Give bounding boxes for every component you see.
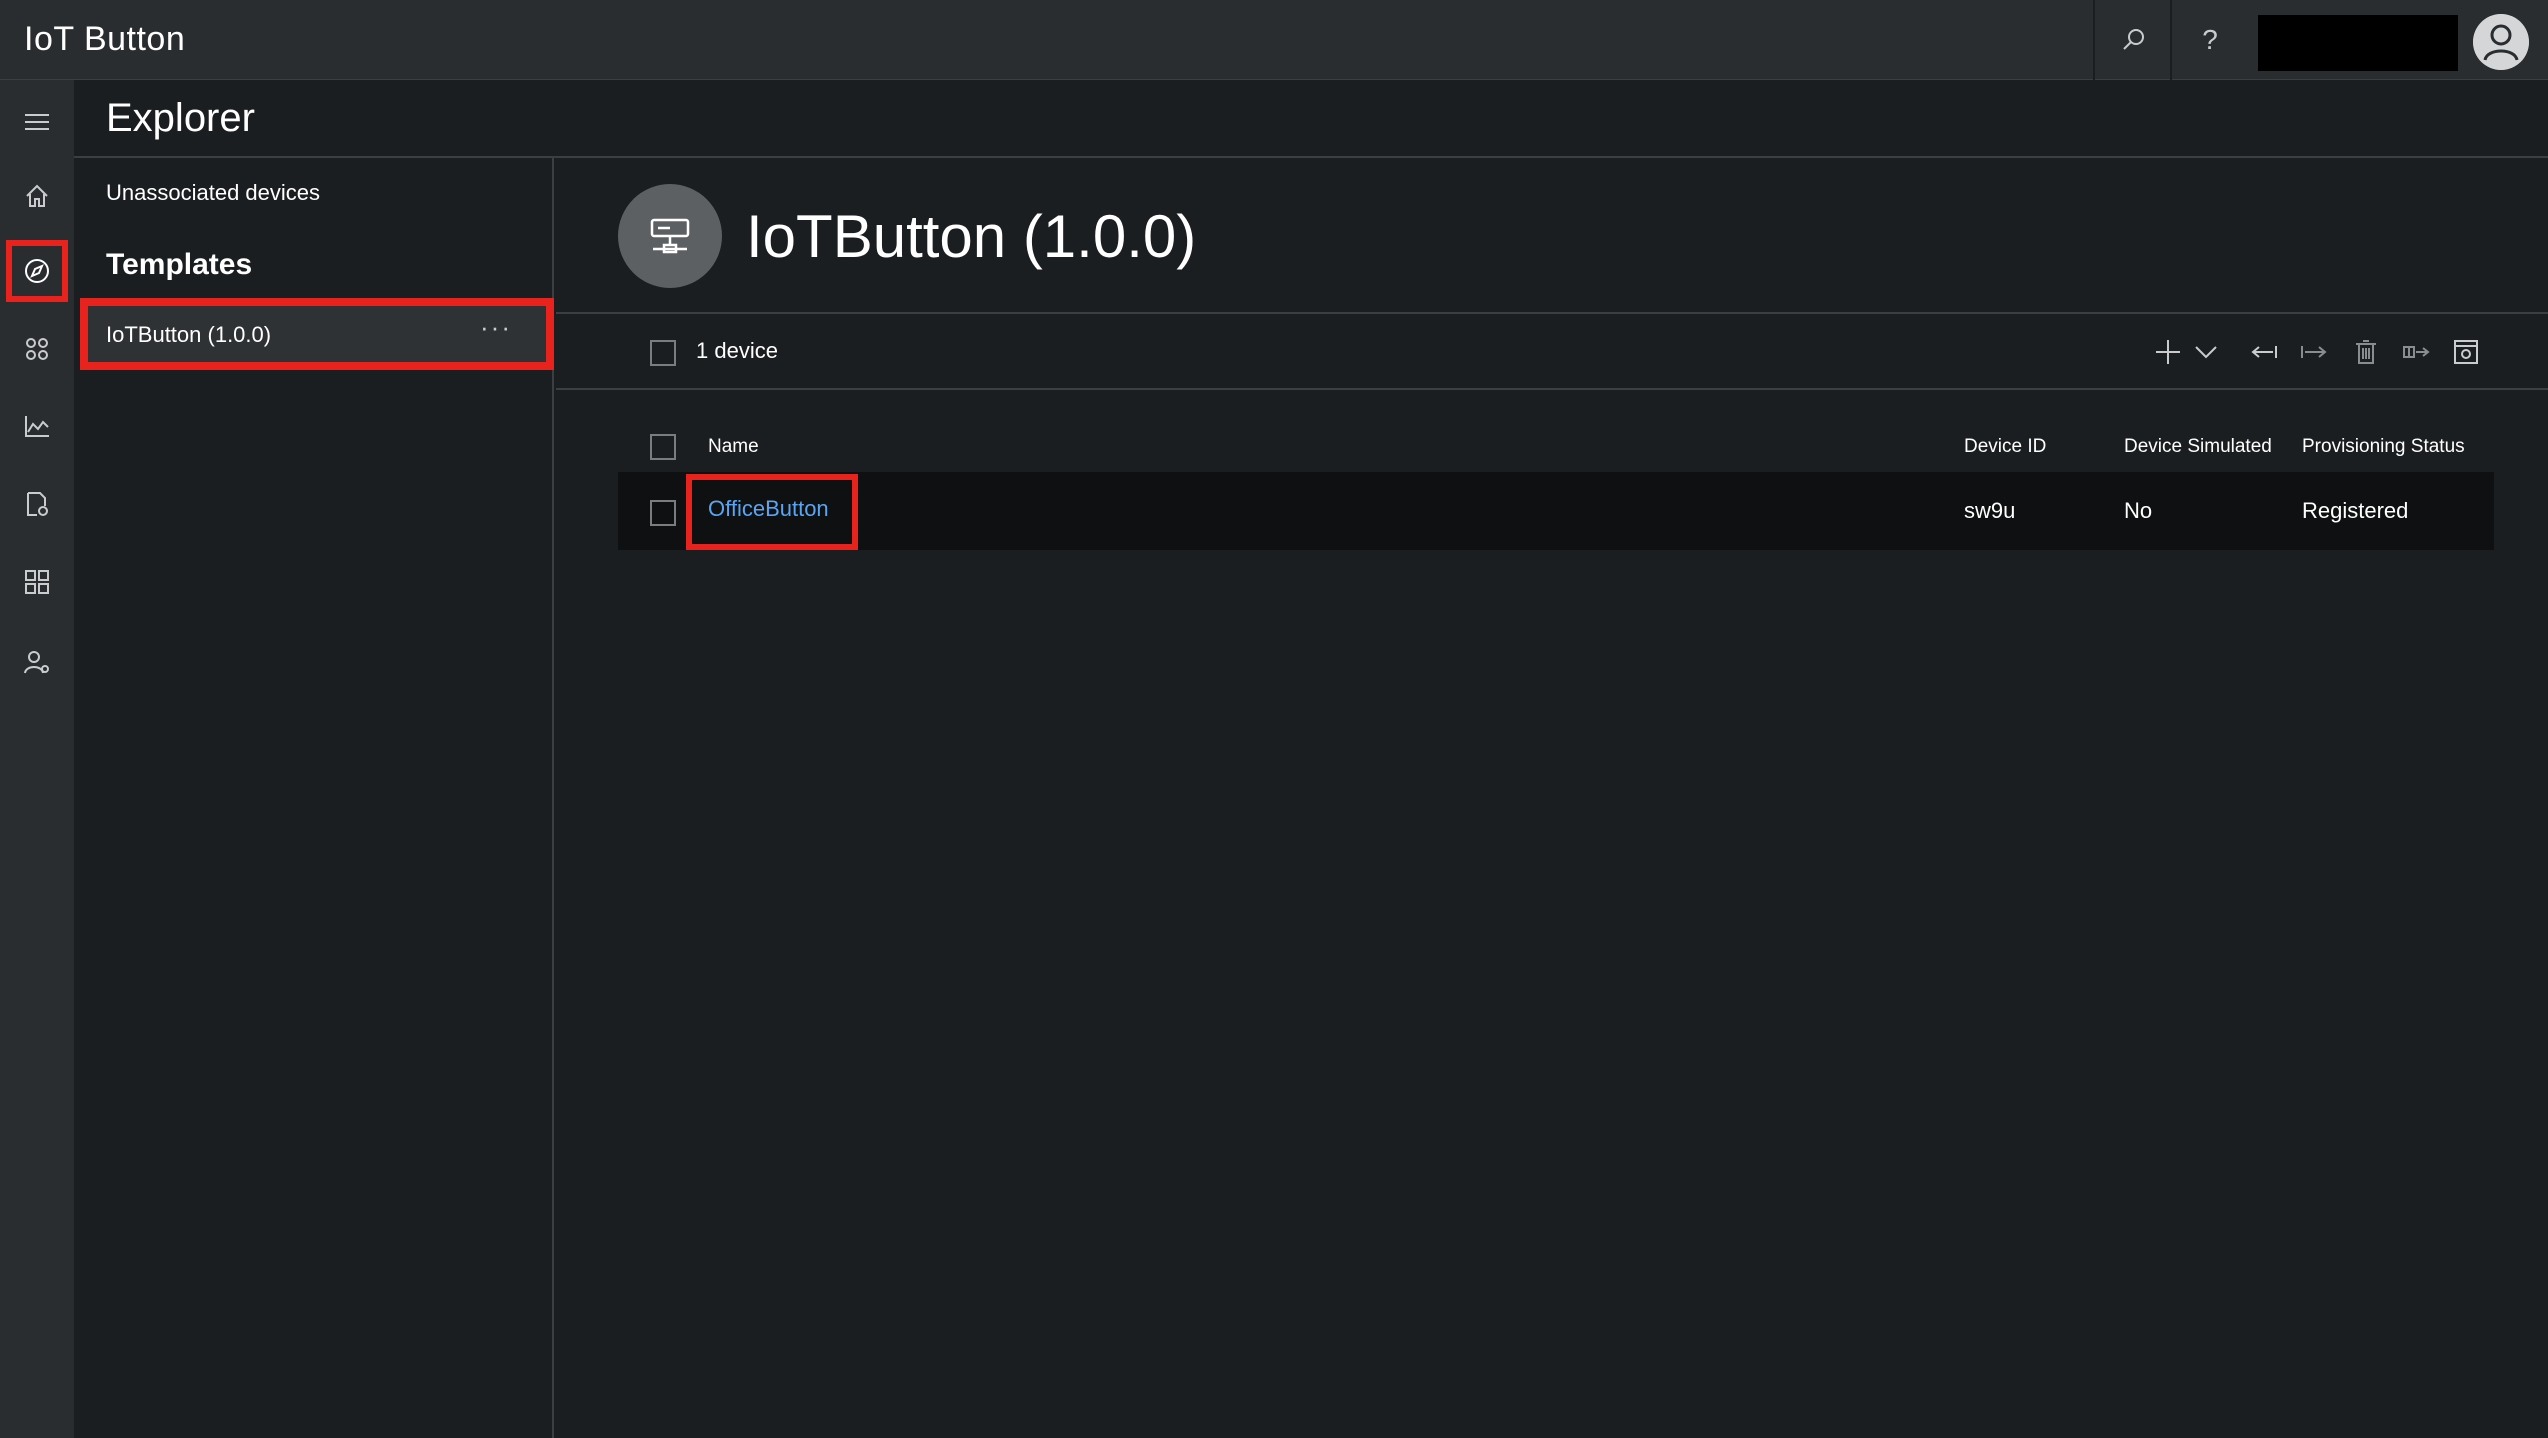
- divider: [556, 312, 2548, 314]
- divider: [556, 388, 2548, 390]
- left-rail: [0, 80, 74, 1438]
- migrate-icon[interactable]: [2296, 334, 2332, 370]
- provisioning-status-cell: Registered: [2302, 498, 2409, 523]
- search-icon[interactable]: [2114, 20, 2154, 60]
- topbar-divider: [2093, 0, 2095, 80]
- row-checkbox[interactable]: [650, 500, 676, 526]
- select-all-devices-checkbox[interactable]: [650, 340, 676, 366]
- device-simulated-cell: No: [2124, 498, 2153, 523]
- jobs-icon[interactable]: [0, 476, 74, 532]
- template-item-label: IoTButton (1.0.0): [106, 322, 272, 347]
- top-bar: IoT Button ?: [0, 0, 2548, 80]
- device-id-cell: sw9u: [1964, 498, 2016, 523]
- device-sets-icon[interactable]: [0, 321, 74, 377]
- column-header-provisioning-status[interactable]: Provisioning Status: [2302, 436, 2465, 458]
- analytics-icon[interactable]: [0, 398, 74, 454]
- templates-heading: Templates: [106, 248, 253, 281]
- templates-pane: Unassociated devices Templates IoTButton…: [74, 158, 554, 1438]
- help-button[interactable]: ?: [2190, 20, 2230, 60]
- device-name-link[interactable]: OfficeButton: [708, 496, 829, 522]
- more-options-icon[interactable]: ···: [480, 312, 512, 343]
- topbar-divider: [2170, 0, 2172, 80]
- device-count: 1 device: [696, 338, 778, 363]
- template-item-iotbutton[interactable]: IoTButton (1.0.0) ···: [80, 298, 554, 370]
- main-pane: IoTButton (1.0.0) 1 device Name Device I…: [556, 158, 2548, 1438]
- hamburger-icon[interactable]: [0, 94, 74, 150]
- home-icon[interactable]: [0, 168, 74, 224]
- device-template-icon: [618, 184, 722, 288]
- explorer-icon[interactable]: [6, 240, 68, 302]
- builder-icon[interactable]: [0, 554, 74, 610]
- column-header-name[interactable]: Name: [708, 436, 759, 458]
- user-icon: [2473, 14, 2529, 70]
- settings-icon[interactable]: [2448, 334, 2484, 370]
- chevron-down-icon[interactable]: [2188, 334, 2224, 370]
- account-name[interactable]: [2258, 15, 2458, 71]
- template-title: IoTButton (1.0.0): [746, 203, 1197, 270]
- unassociated-devices-link[interactable]: Unassociated devices: [106, 180, 320, 206]
- avatar[interactable]: [2473, 14, 2529, 70]
- select-all-rows-checkbox[interactable]: [650, 434, 676, 460]
- add-icon[interactable]: [2150, 334, 2186, 370]
- page-title: Explorer: [106, 96, 255, 140]
- table-row[interactable]: [618, 472, 2494, 550]
- delete-icon[interactable]: [2348, 334, 2384, 370]
- administration-icon[interactable]: [0, 634, 74, 690]
- disassociate-icon[interactable]: [2246, 334, 2282, 370]
- column-header-device-simulated[interactable]: Device Simulated: [2124, 436, 2272, 458]
- app-title: IoT Button: [24, 20, 186, 58]
- explorer-header: Explorer: [74, 80, 2548, 158]
- export-icon[interactable]: [2398, 334, 2434, 370]
- column-header-device-id[interactable]: Device ID: [1964, 436, 2046, 458]
